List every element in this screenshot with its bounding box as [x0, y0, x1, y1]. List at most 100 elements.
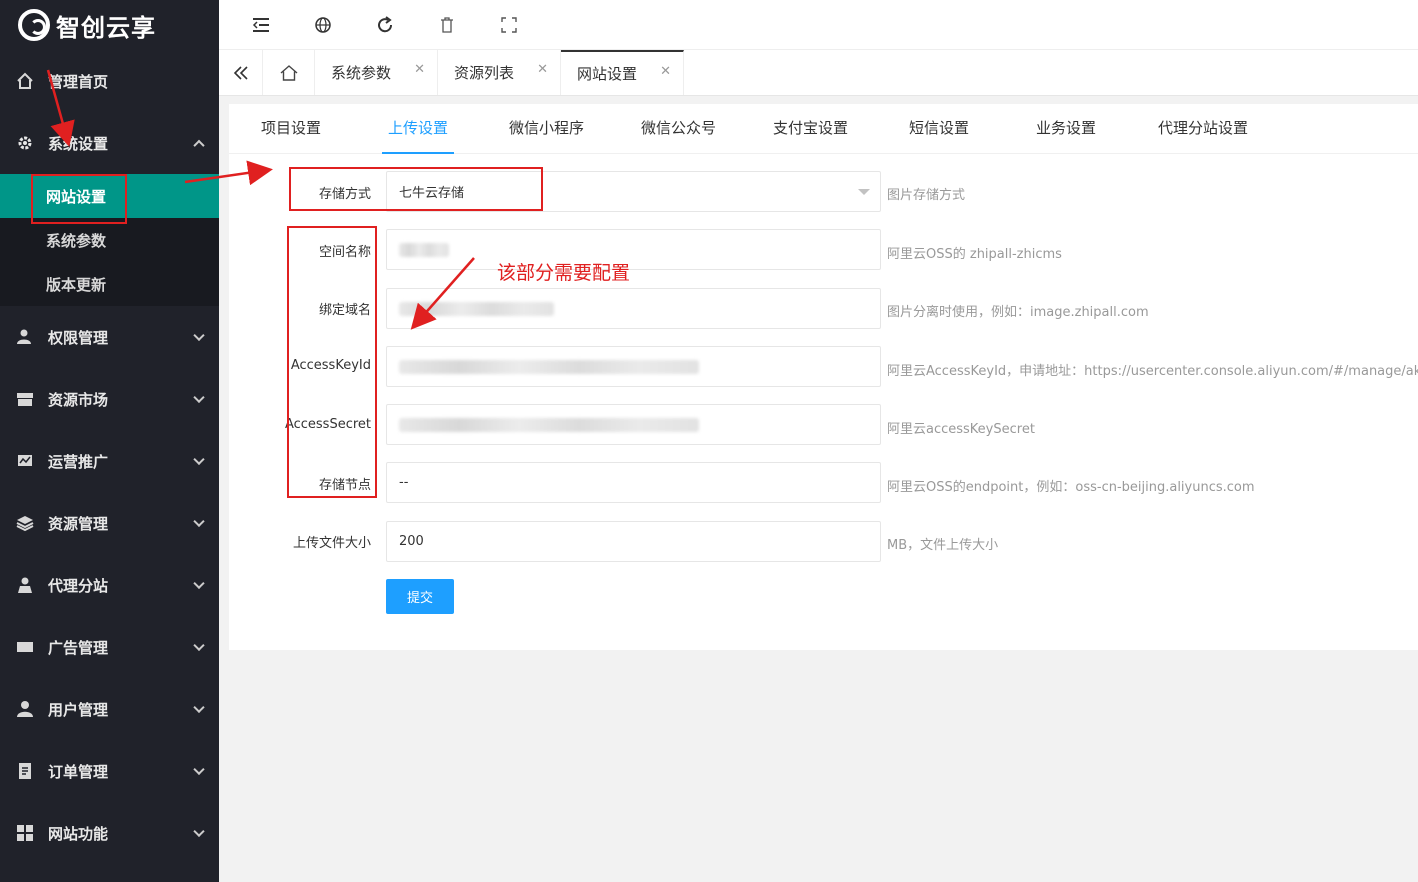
max-size-hint: MB，文件上传大小: [887, 538, 999, 553]
sidebar-item-resource-management[interactable]: 资源管理: [0, 492, 219, 554]
tab-wechat-miniprogram[interactable]: 微信小程序: [509, 104, 584, 154]
max-size-label: 上传文件大小: [292, 536, 371, 551]
sidebar-item-label: 网站功能: [48, 824, 109, 843]
ad-icon: [16, 638, 34, 656]
page-tabs-bar: 系统参数 ✕ 资源列表 ✕ 网站设置 ✕: [219, 50, 1418, 96]
sidebar-item-ad-management[interactable]: 广告管理: [0, 616, 219, 678]
submit-button[interactable]: 提交: [386, 579, 454, 614]
annotation-note: 该部分需要配置: [497, 262, 631, 284]
page-tab[interactable]: 资源列表 ✕: [438, 50, 561, 95]
tab-agent-settings[interactable]: 代理分站设置: [1158, 104, 1248, 154]
max-size-input[interactable]: 200: [386, 521, 881, 562]
tab-business-settings[interactable]: 业务设置: [1036, 104, 1096, 154]
sidebar-item-label: 系统设置: [48, 134, 109, 153]
chevron-down-icon: [193, 515, 205, 528]
access-key-id-hint: 阿里云AccessKeyId，申请地址：https://usercenter.c…: [887, 364, 1418, 379]
refresh-icon[interactable]: [373, 13, 397, 37]
domain-hint: 图片分离时使用，例如：image.zhipall.com: [887, 305, 1149, 320]
layers-icon: [16, 514, 34, 532]
globe-icon[interactable]: [311, 13, 335, 37]
sidebar-item-home[interactable]: 管理首页: [0, 50, 219, 112]
apps-icon: [16, 824, 34, 842]
chevron-down-icon: [193, 329, 205, 342]
sidebar-item-label: 订单管理: [48, 762, 109, 781]
endpoint-hint: 阿里云OSS的endpoint，例如：oss-cn-beijing.aliyun…: [887, 480, 1255, 495]
chevron-down-icon: [193, 577, 205, 590]
fullscreen-icon[interactable]: [497, 13, 521, 37]
sidebar-item-label: 代理分站: [48, 576, 109, 595]
annotation-box-fields: [287, 226, 377, 498]
redacted-value: [399, 301, 554, 316]
close-icon[interactable]: ✕: [660, 64, 671, 79]
chevron-down-icon: [193, 391, 205, 404]
sidebar-item-user-management[interactable]: 用户管理: [0, 678, 219, 740]
gear-icon: [16, 134, 34, 152]
sidebar-subitem-version-update[interactable]: 版本更新: [0, 262, 219, 306]
logo[interactable]: 智创云享: [0, 0, 219, 50]
sidebar-item-resource-market[interactable]: 资源市场: [0, 368, 219, 430]
sidebar-item-label: 权限管理: [48, 328, 109, 347]
chevron-down-icon: [193, 763, 205, 776]
sidebar: 智创云享 管理首页 系统设置 网站设置 系统参数 版本更新 权限管理 资源市场: [0, 0, 219, 882]
max-size-value: 200: [399, 534, 424, 549]
sidebar-item-label: 资源市场: [48, 390, 109, 409]
redacted-value: [399, 417, 699, 432]
bucket-input[interactable]: [386, 229, 881, 270]
sidebar-item-promotion[interactable]: 运营推广: [0, 430, 219, 492]
order-icon: [16, 762, 34, 780]
sidebar-item-label: 资源管理: [48, 514, 109, 533]
endpoint-input[interactable]: --: [386, 462, 881, 503]
chevron-down-icon: [193, 453, 205, 466]
close-icon[interactable]: ✕: [537, 62, 548, 77]
page-tab-active[interactable]: 网站设置 ✕: [561, 50, 684, 95]
market-icon: [16, 390, 34, 408]
agent-icon: [16, 576, 34, 594]
promotion-icon: [16, 452, 34, 470]
access-secret-input[interactable]: [386, 404, 881, 445]
redacted-value: [399, 359, 699, 374]
permission-icon: [16, 328, 34, 346]
access-secret-hint: 阿里云accessKeySecret: [887, 422, 1035, 437]
storage-hint: 图片存储方式: [887, 188, 966, 203]
redacted-value: [399, 242, 449, 257]
topbar: [219, 0, 1418, 50]
trash-icon[interactable]: [435, 13, 459, 37]
sidebar-item-label: 广告管理: [48, 638, 109, 657]
tab-upload-settings[interactable]: 上传设置: [382, 104, 455, 154]
home-icon: [16, 72, 34, 90]
page-tab-label: 系统参数: [331, 64, 392, 82]
sidebar-item-order-management[interactable]: 订单管理: [0, 740, 219, 802]
page-tab-label: 资源列表: [454, 64, 515, 82]
chevron-down-icon: [193, 701, 205, 714]
settings-tabs: 项目设置 上传设置 微信小程序 微信公众号 支付宝设置 短信设置 业务设置 代理…: [229, 104, 1418, 154]
access-key-id-input[interactable]: [386, 346, 881, 387]
sidebar-item-permissions[interactable]: 权限管理: [0, 306, 219, 368]
tab-sms-settings[interactable]: 短信设置: [909, 104, 969, 154]
bucket-hint: 阿里云OSS的 zhipall-zhicms: [887, 247, 1062, 262]
tabs-scroll-left-icon[interactable]: [219, 50, 263, 95]
chevron-down-icon: [193, 639, 205, 652]
home-tab-icon[interactable]: [263, 50, 315, 95]
chevron-down-icon: [193, 825, 205, 838]
sidebar-item-label: 运营推广: [48, 452, 109, 471]
sidebar-subitem-system-params[interactable]: 系统参数: [0, 218, 219, 262]
tab-wechat-official[interactable]: 微信公众号: [641, 104, 716, 154]
close-icon[interactable]: ✕: [414, 62, 425, 77]
endpoint-value: --: [399, 475, 409, 490]
sidebar-item-website-functions[interactable]: 网站功能: [0, 802, 219, 864]
sidebar-item-label: 管理首页: [48, 72, 109, 91]
domain-input[interactable]: [386, 288, 881, 329]
logo-text: 智创云享: [56, 13, 156, 42]
chevron-down-icon: [858, 189, 870, 195]
annotation-box-storage: [289, 167, 543, 211]
sidebar-item-label: 用户管理: [48, 700, 109, 719]
tab-project-settings[interactable]: 项目设置: [261, 104, 321, 154]
menu-collapse-icon[interactable]: [249, 13, 273, 37]
user-icon: [16, 700, 34, 718]
sidebar-item-system-settings[interactable]: 系统设置: [0, 112, 219, 174]
tab-alipay-settings[interactable]: 支付宝设置: [773, 104, 848, 154]
page-tab-label: 网站设置: [577, 65, 638, 83]
page-tab[interactable]: 系统参数 ✕: [315, 50, 438, 95]
logo-icon: [18, 9, 50, 41]
sidebar-item-agent-station[interactable]: 代理分站: [0, 554, 219, 616]
